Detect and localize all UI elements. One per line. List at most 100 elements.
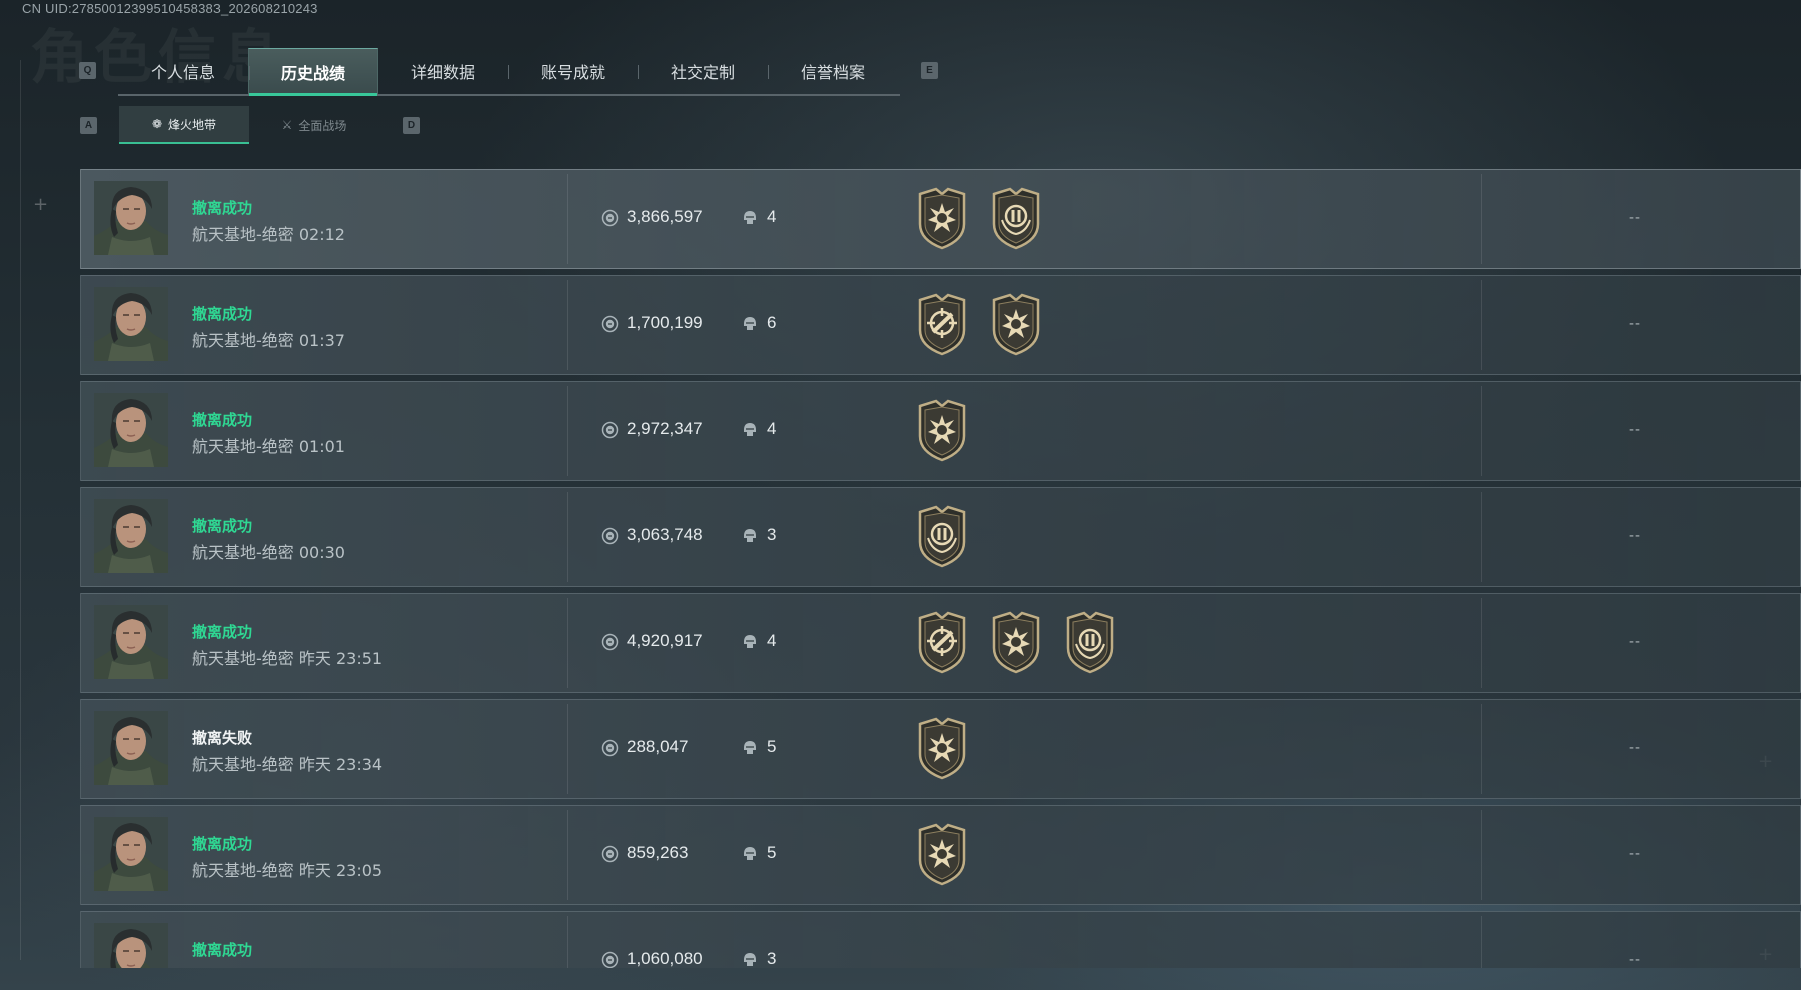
match-time: 00:30 — [298, 543, 345, 562]
coin-icon — [601, 527, 619, 545]
match-row[interactable]: 撤离成功 航天基地-绝密 昨天 23:51 4,920,917 4 -- — [80, 593, 1801, 693]
extraction-status: 撤离成功 — [192, 623, 253, 641]
operator-avatar — [94, 181, 168, 255]
extra-info: -- — [1629, 951, 1641, 968]
tab-next-key[interactable]: E — [921, 62, 938, 79]
extra-info: -- — [1629, 739, 1641, 756]
extra-info: -- — [1629, 209, 1641, 226]
operator-avatar — [94, 923, 168, 968]
extraction-status: 撤离成功 — [192, 305, 253, 323]
subtab-label: 烽火地带 — [168, 117, 217, 132]
extraction-status: 撤离成功 — [192, 199, 253, 217]
crosshair-badge-icon[interactable] — [914, 292, 970, 356]
column-divider — [567, 704, 568, 794]
match-time: 昨天 23:05 — [298, 861, 383, 880]
tab-prev-key[interactable]: Q — [79, 62, 96, 79]
wreath-badge-icon[interactable] — [1062, 610, 1118, 674]
extracted-value: 2,972,347 — [627, 419, 703, 438]
column-divider — [1481, 280, 1482, 370]
extracted-value: 288,047 — [627, 737, 689, 756]
map-and-time: 航天基地-绝密 01:01 — [192, 433, 345, 457]
kill-count: 5 — [767, 843, 777, 862]
coin-icon — [601, 209, 619, 227]
map-and-time: 航天基地-绝密 02:12 — [192, 221, 345, 245]
column-divider — [1481, 386, 1482, 476]
column-divider — [567, 598, 568, 688]
column-divider — [567, 492, 568, 582]
operator-avatar — [94, 817, 168, 891]
subtab-1[interactable]: ⚔ 全面战场 — [249, 106, 379, 144]
extraction-status: 撤离成功 — [192, 517, 253, 535]
kills-icon — [741, 845, 759, 863]
medal-list — [914, 292, 1044, 356]
extracted-value: 1,060,080 — [627, 949, 703, 968]
tab-5[interactable]: 信誉档案 — [768, 48, 898, 94]
star-badge-icon[interactable] — [914, 398, 970, 462]
medal-list — [914, 504, 970, 568]
match-row[interactable]: 撤离成功 航天基地-绝密 02:12 3,866,597 4 -- — [80, 169, 1801, 269]
kill-count: 3 — [767, 525, 777, 544]
star-badge-icon[interactable] — [988, 610, 1044, 674]
match-row[interactable]: 撤离成功 航天基地-绝密 00:30 3,063,748 3 -- — [80, 487, 1801, 587]
star-badge-icon[interactable] — [988, 292, 1044, 356]
column-divider — [1481, 704, 1482, 794]
extracted-value: 3,866,597 — [627, 207, 703, 226]
subtab-0[interactable]: ❁ 烽火地带 — [119, 106, 249, 144]
extraction-status: 撤离成功 — [192, 411, 253, 429]
map-name: 航天基地-绝密 — [192, 861, 294, 880]
operator-avatar — [94, 393, 168, 467]
decor-plus-icon: + — [33, 194, 49, 215]
column-divider — [567, 386, 568, 476]
tab-4[interactable]: 社交定制 — [638, 48, 768, 94]
tab-2[interactable]: 详细数据 — [378, 48, 508, 94]
tab-0[interactable]: 个人信息 — [118, 48, 248, 94]
star-badge-icon[interactable] — [914, 822, 970, 886]
radar-icon: ❁ — [151, 117, 163, 131]
tab-1[interactable]: 历史战绩 — [248, 48, 378, 96]
subtab-label: 全面战场 — [298, 118, 347, 133]
column-divider — [1481, 598, 1482, 688]
match-row[interactable]: 撤离成功 航天基地-绝密 01:01 2,972,347 4 -- — [80, 381, 1801, 481]
kills-icon — [741, 315, 759, 333]
medal-list — [914, 186, 1044, 250]
coin-icon — [601, 845, 619, 863]
crosshair-badge-icon[interactable] — [914, 610, 970, 674]
tab-3[interactable]: 账号成就 — [508, 48, 638, 94]
match-history-list[interactable]: 撤离成功 航天基地-绝密 02:12 3,866,597 4 -- 撤离成功 航天基… — [80, 169, 1801, 968]
match-row[interactable]: 撤离失败 航天基地-绝密 昨天 23:34 288,047 5 -- — [80, 699, 1801, 799]
match-row[interactable]: 撤离成功 航天基地-绝密 01:37 1,700,199 6 -- — [80, 275, 1801, 375]
map-name: 航天基地-绝密 — [192, 649, 294, 668]
star-badge-icon[interactable] — [914, 186, 970, 250]
star-badge-icon[interactable] — [914, 716, 970, 780]
wreath-badge-icon[interactable] — [988, 186, 1044, 250]
coin-icon — [601, 951, 619, 968]
match-row[interactable]: 撤离成功 航天基地-绝密 昨天 23:05 859,263 5 -- — [80, 805, 1801, 905]
map-name: 航天基地-绝密 — [192, 755, 294, 774]
operator-avatar — [94, 605, 168, 679]
subtab-prev-key[interactable]: A — [80, 117, 97, 134]
coin-icon — [601, 739, 619, 757]
match-row[interactable]: 撤离成功航天基地-绝密 昨天 22:40 1,060,080 3 -- — [80, 911, 1801, 968]
match-time: 昨天 23:34 — [298, 755, 383, 774]
extracted-value: 3,063,748 — [627, 525, 703, 544]
column-divider — [567, 810, 568, 900]
medal-list — [914, 716, 970, 780]
coin-icon — [601, 421, 619, 439]
kills-icon — [741, 209, 759, 227]
column-divider — [1481, 916, 1482, 968]
main-tabs: 个人信息 历史战绩 详细数据 账号成就 社交定制 信誉档案 — [118, 48, 900, 96]
map-and-time: 航天基地-绝密 00:30 — [192, 539, 345, 563]
column-divider — [1481, 492, 1482, 582]
match-time: 02:12 — [298, 225, 345, 244]
battlefield-icon: ⚔ — [281, 118, 293, 132]
column-divider — [567, 174, 568, 264]
map-and-time: 航天基地-绝密 昨天 23:05 — [192, 857, 382, 881]
extra-info: -- — [1629, 421, 1641, 438]
wreath-badge-icon[interactable] — [914, 504, 970, 568]
subtab-next-key[interactable]: D — [403, 117, 420, 134]
match-time: 昨天 22:40 — [299, 967, 382, 968]
medal-list — [914, 398, 970, 462]
kills-icon — [741, 739, 759, 757]
extracted-value: 4,920,917 — [627, 631, 703, 650]
kill-count: 6 — [767, 313, 777, 332]
